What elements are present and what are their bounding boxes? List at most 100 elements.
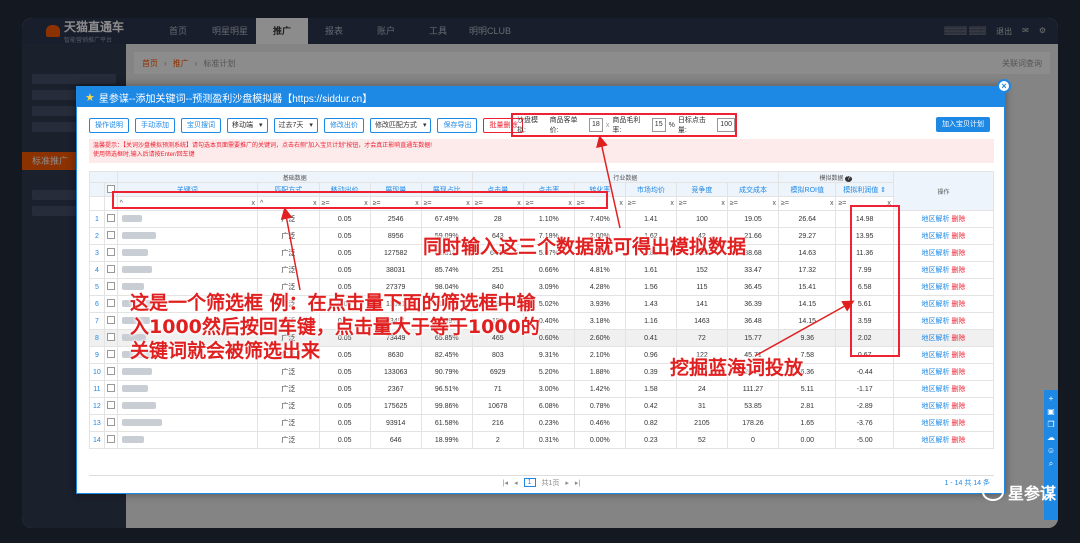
logo[interactable]: 天猫直通车 智能营销推广平台 [22,18,152,44]
delete-link[interactable]: 删除 [951,250,965,257]
nav-item-2[interactable]: 推广 [256,18,308,44]
row-checkbox[interactable] [106,384,115,392]
toolbar-button-2[interactable]: 宝贝搜词 [181,117,221,133]
filter-cell-1[interactable]: ^ x [256,196,320,211]
region-analysis-link[interactable]: 地区解析 [921,284,949,291]
sort-icon[interactable]: ⇕ [878,187,886,194]
row-checkbox[interactable] [106,401,115,409]
related-query-link[interactable]: 关联词查询 [1002,58,1050,69]
match-type-select[interactable]: 修改匹配方式 ▾ [369,117,432,133]
search-icon[interactable]: ⌕ [1049,459,1053,469]
logout-link[interactable]: 退出 [996,26,1012,37]
breadcrumb-plan[interactable]: 标准计划 [203,58,235,69]
delete-link[interactable]: 删除 [951,216,965,223]
clear-icon[interactable]: x [313,200,318,207]
row-checkbox[interactable] [106,435,115,443]
column-header-0[interactable]: 关键词 [116,182,258,197]
region-analysis-link[interactable]: 地区解析 [921,369,949,376]
clear-icon[interactable]: x [251,200,256,207]
clear-icon[interactable]: x [830,200,835,207]
filter-cell-12[interactable]: ≥= x [835,196,894,211]
table-row[interactable]: 1 广泛 0.05 2546 67.49% 28 1.10% 7.40% 1.41 100 19.0… [89,210,994,228]
nav-item-3[interactable]: 报表 [308,18,360,44]
region-analysis-link[interactable]: 地区解析 [921,301,949,308]
target-clicks-input[interactable]: 100 [717,118,735,132]
delete-link[interactable]: 删除 [951,369,965,376]
first-page-icon[interactable]: |◂ [503,479,508,487]
table-row[interactable]: 14 广泛 0.05 646 18.99% 2 0.31% 0.00% 0.23 52 0 0.00-… [89,431,994,449]
gear-icon[interactable]: ⚙ [1039,26,1046,37]
clear-icon[interactable]: x [670,200,675,207]
toolbar-button-1[interactable]: 手动添加 [135,117,175,133]
region-analysis-link[interactable]: 地区解析 [921,250,949,257]
copy-icon[interactable]: ❐ [1047,420,1054,429]
column-header-12[interactable]: 模拟利润值 ⇕ [835,182,894,197]
delete-link[interactable]: 删除 [951,420,965,427]
delete-link[interactable]: 删除 [951,437,965,444]
region-analysis-link[interactable]: 地区解析 [921,437,949,444]
filter-cell-7[interactable]: ≥= x [573,196,626,211]
user-icon[interactable]: ☺ [1047,446,1055,455]
row-checkbox[interactable] [106,299,115,307]
region-analysis-link[interactable]: 地区解析 [921,318,949,325]
clear-icon[interactable]: x [568,200,573,207]
column-header-6[interactable]: 点击率 [522,182,575,197]
delete-link[interactable]: 删除 [951,301,965,308]
clear-icon[interactable]: x [466,200,471,207]
region-analysis-link[interactable]: 地区解析 [921,386,949,393]
region-analysis-link[interactable]: 地区解析 [921,233,949,240]
prev-page-icon[interactable]: ◂ [514,479,518,487]
clear-icon[interactable]: x [721,200,726,207]
toolbar-select-1[interactable]: 过去7天 ▾ [273,117,318,133]
close-icon[interactable]: × [997,79,1011,93]
modify-bid-button[interactable]: 修改出价 [323,117,364,133]
toolbar-button-0[interactable]: 操作说明 [89,117,129,133]
page-number[interactable]: 1 [523,478,536,487]
delete-link[interactable]: 删除 [951,267,965,274]
table-row[interactable]: 13 广泛 0.05 93914 61.58% 216 0.23% 0.46% 0.82 2105… [89,414,994,432]
region-analysis-link[interactable]: 地区解析 [921,216,949,223]
nav-item-4[interactable]: 账户 [360,18,412,44]
region-analysis-link[interactable]: 地区解析 [921,403,949,410]
filter-cell-0[interactable]: ^ x [116,196,258,211]
filter-cell-9[interactable]: ≥= x [675,196,728,211]
row-checkbox[interactable] [106,316,115,324]
filter-cell-3[interactable]: ≥= x [369,196,422,211]
table-row[interactable]: 11 广泛 0.05 2367 96.51% 71 3.00% 1.42% 1.58 24 111.… [89,380,994,398]
delete-link[interactable]: 删除 [951,335,965,342]
column-header-11[interactable]: 模拟ROI值 [778,182,837,197]
filter-cell-5[interactable]: ≥= x [471,196,524,211]
row-checkbox[interactable] [106,367,115,375]
filter-cell-8[interactable]: ≥= x [624,196,677,211]
breadcrumb-home[interactable]: 首页 [142,58,158,69]
filter-cell-2[interactable]: ≥= x [318,196,371,211]
filter-cell-10[interactable]: ≥= x [726,196,780,211]
region-analysis-link[interactable]: 地区解析 [921,352,949,359]
clear-icon[interactable]: x [364,200,369,207]
region-analysis-link[interactable]: 地区解析 [921,420,949,427]
row-checkbox[interactable] [106,265,115,273]
image-icon[interactable]: ▣ [1047,407,1055,416]
row-checkbox[interactable] [106,333,115,341]
clear-icon[interactable]: x [773,200,778,207]
delete-link[interactable]: 删除 [951,284,965,291]
price-input[interactable]: 18 [589,118,603,132]
delete-link[interactable]: 删除 [951,318,965,325]
column-header-8[interactable]: 市场均价 [624,182,677,197]
column-header-5[interactable]: 点击量 [471,182,524,197]
row-checkbox[interactable] [106,350,115,358]
delete-link[interactable]: 删除 [951,403,965,410]
mail-icon[interactable]: ✉ [1022,26,1029,37]
column-header-9[interactable]: 竞争度 [675,182,728,197]
column-header-3[interactable]: 展现量 [369,182,422,197]
table-row[interactable]: 10 广泛 0.05 133063 90.79% 6929 5.20% 1.88% 0.39 11… [89,363,994,381]
clear-icon[interactable]: x [619,200,624,207]
delete-link[interactable]: 删除 [951,233,965,240]
profit-input[interactable]: 15 [651,118,666,132]
column-header-4[interactable]: 展现占比 [420,182,473,197]
row-checkbox[interactable] [106,282,115,290]
nav-item-6[interactable]: 明明CLUB [464,18,516,44]
filter-cell-11[interactable]: ≥= x [778,196,837,211]
row-checkbox[interactable] [106,231,115,239]
cloud-icon[interactable]: ☁ [1047,433,1055,442]
